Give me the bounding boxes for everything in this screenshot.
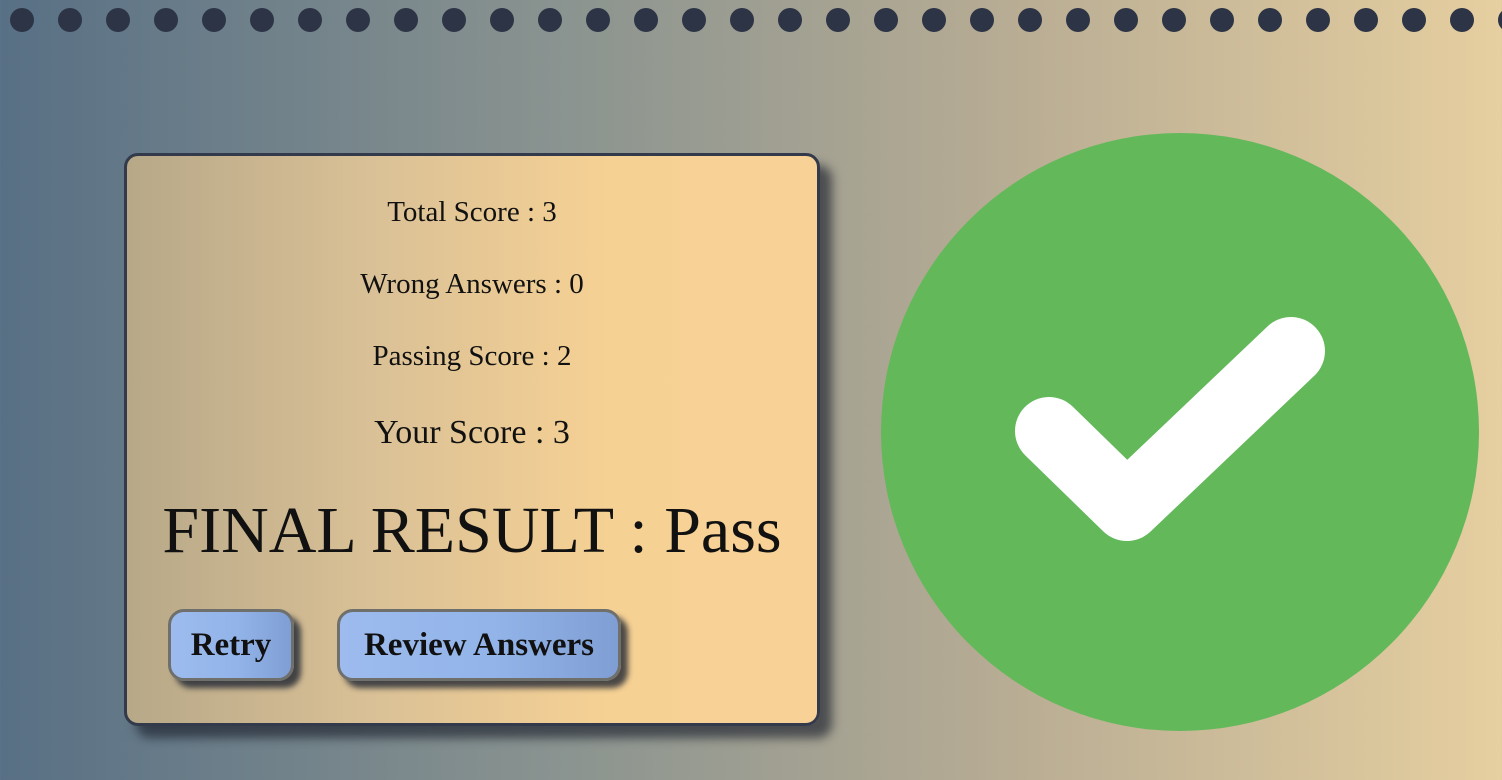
- dot-icon: [970, 8, 994, 32]
- dot-icon: [1066, 8, 1090, 32]
- review-answers-button[interactable]: Review Answers: [337, 609, 621, 681]
- dot-icon: [874, 8, 898, 32]
- dot-icon: [826, 8, 850, 32]
- dot-icon: [1210, 8, 1234, 32]
- dot-icon: [202, 8, 226, 32]
- dot-icon: [1114, 8, 1138, 32]
- wrong-answers-text: Wrong Answers : 0: [360, 268, 584, 300]
- passing-score-text: Passing Score : 2: [372, 340, 572, 372]
- dot-icon: [922, 8, 946, 32]
- checkmark-circle-icon: [881, 133, 1479, 731]
- dot-icon: [106, 8, 130, 32]
- total-score-text: Total Score : 3: [387, 196, 557, 228]
- dot-icon: [1450, 8, 1474, 32]
- dot-icon: [490, 8, 514, 32]
- retry-button[interactable]: Retry: [168, 609, 294, 681]
- dot-icon: [682, 8, 706, 32]
- dot-icon: [346, 8, 370, 32]
- dot-icon: [154, 8, 178, 32]
- final-result-heading: FINAL RESULT : Pass: [162, 494, 782, 567]
- dot-icon: [1402, 8, 1426, 32]
- dot-icon: [586, 8, 610, 32]
- dot-icon: [634, 8, 658, 32]
- dot-icon: [1306, 8, 1330, 32]
- dot-icon: [778, 8, 802, 32]
- dot-icon: [394, 8, 418, 32]
- dot-icon: [298, 8, 322, 32]
- dot-icon: [10, 8, 34, 32]
- dot-icon: [1498, 8, 1502, 32]
- dot-icon: [538, 8, 562, 32]
- dot-icon: [730, 8, 754, 32]
- your-score-text: Your Score : 3: [374, 414, 570, 451]
- dot-icon: [58, 8, 82, 32]
- dot-icon: [1018, 8, 1042, 32]
- dot-icon: [442, 8, 466, 32]
- dot-icon: [1354, 8, 1378, 32]
- result-card: Total Score : 3 Wrong Answers : 0 Passin…: [124, 153, 820, 726]
- top-dot-decoration: [0, 0, 1502, 40]
- dot-icon: [1162, 8, 1186, 32]
- dot-icon: [1258, 8, 1282, 32]
- dot-icon: [250, 8, 274, 32]
